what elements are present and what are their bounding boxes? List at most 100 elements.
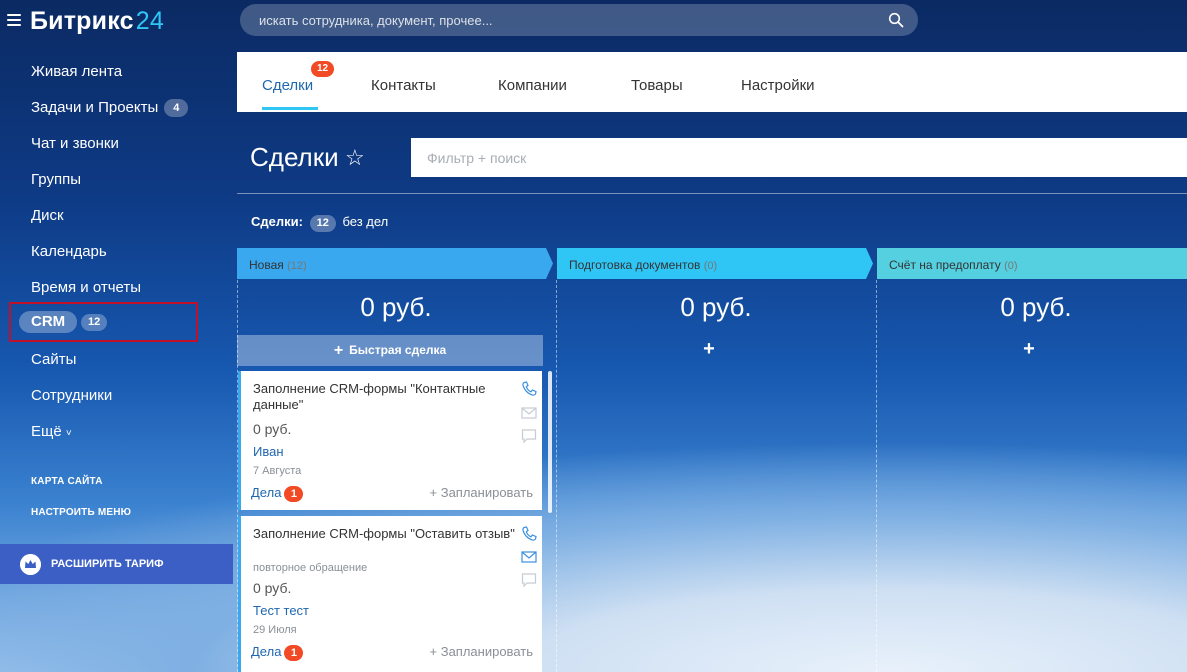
quick-deal-button[interactable]: + Быстрая сделка — [237, 335, 543, 366]
sidebar-item-employees[interactable]: Сотрудники — [31, 385, 112, 407]
column-name: Счёт на предоплату — [889, 258, 1001, 272]
phone-icon[interactable] — [521, 526, 537, 542]
column-header-prepayment[interactable]: Счёт на предоплату (0) — [877, 248, 1187, 279]
sidebar-item-label: Ещё — [31, 423, 62, 440]
activities-count-badge: 1 — [284, 486, 304, 502]
scrollbar[interactable] — [548, 371, 552, 513]
sidebar-item-tasks[interactable]: Задачи и Проекты 4 — [31, 97, 189, 119]
deal-subtitle: повторное обращение — [253, 562, 368, 574]
search-input[interactable]: искать сотрудника, документ, прочее... — [240, 4, 918, 36]
sidebar-item-more[interactable]: Ещё ˅ — [31, 421, 72, 443]
column-sum-prepayment: 0 руб. — [1000, 292, 1072, 322]
deals-summary: Сделки: 12 без дел — [251, 214, 388, 232]
column-border — [876, 280, 877, 672]
sidebar-item-label: Сайты — [31, 351, 77, 368]
deal-date: 7 Августа — [253, 465, 302, 477]
sidebar-item-crm[interactable]: CRM — [19, 311, 78, 333]
sidebar-item-label: Чат и звонки — [31, 135, 119, 152]
configure-menu-link[interactable]: НАСТРОИТЬ МЕНЮ — [31, 507, 131, 518]
deal-contact-link[interactable]: Тест тест — [253, 603, 309, 618]
search-placeholder: искать сотрудника, документ, прочее... — [259, 13, 493, 28]
activities-label: Дела — [251, 644, 282, 659]
sidebar-item-disk[interactable]: Диск — [31, 205, 64, 227]
column-name: Новая — [249, 258, 284, 272]
deal-activities[interactable]: Дела 1 — [251, 644, 304, 661]
sidebar-item-calendar[interactable]: Календарь — [31, 241, 107, 263]
schedule-link[interactable]: + Запланировать — [430, 644, 533, 659]
activities-label: Дела — [251, 485, 282, 500]
sidebar-item-label: Календарь — [31, 243, 107, 260]
chat-icon[interactable] — [521, 572, 537, 588]
filter-search-input[interactable]: Фильтр + поиск — [411, 138, 1187, 177]
tab-contacts[interactable]: Контакты — [371, 77, 436, 94]
chat-icon[interactable] — [521, 428, 537, 444]
sidebar-item-groups[interactable]: Группы — [31, 169, 81, 191]
sidebar-item-live-feed[interactable]: Живая лента — [31, 61, 122, 83]
column-sum-documents: 0 руб. — [680, 292, 752, 322]
tasks-counter-badge: 4 — [164, 99, 189, 117]
phone-icon[interactable] — [521, 381, 537, 397]
column-title: Новая (12) — [249, 258, 307, 272]
sidebar-item-label: Группы — [31, 171, 81, 188]
sidebar-item-sites[interactable]: Сайты — [31, 349, 76, 371]
sidebar-item-label: Живая лента — [31, 63, 123, 80]
tab-deals[interactable]: Сделки — [262, 77, 313, 94]
plus-icon: + — [333, 342, 344, 359]
column-title: Счёт на предоплату (0) — [889, 258, 1018, 272]
add-deal-documents-button[interactable]: + — [559, 338, 859, 361]
search-icon[interactable] — [888, 12, 904, 28]
summary-text: без дел — [342, 214, 389, 229]
column-name: Подготовка документов — [569, 258, 701, 272]
email-icon[interactable] — [521, 549, 537, 565]
sidebar-item-time-reports[interactable]: Время и отчеты — [31, 277, 141, 299]
deal-price: 0 руб. — [253, 580, 292, 596]
active-tab-indicator — [262, 107, 318, 110]
deal-price: 0 руб. — [253, 421, 292, 437]
deal-title[interactable]: Заполнение CRM-формы "Контактные данные" — [253, 381, 515, 413]
column-title: Подготовка документов (0) — [569, 258, 717, 272]
column-header-new[interactable]: Новая (12) — [237, 248, 547, 279]
sidebar-item-label: Время и отчеты — [31, 279, 142, 296]
sidebar-item-chat[interactable]: Чат и звонки — [31, 133, 119, 155]
tab-settings[interactable]: Настройки — [741, 77, 815, 94]
deal-activities[interactable]: Дела 1 — [251, 485, 304, 502]
upgrade-plan-button[interactable]: РАСШИРИТЬ ТАРИФ — [0, 544, 233, 584]
column-count: (12) — [287, 260, 307, 272]
column-count: (0) — [703, 260, 718, 272]
sidebar: Живая лента Задачи и Проекты 4 Чат и звон… — [0, 44, 236, 672]
sidebar-item-label: Сотрудники — [31, 387, 113, 404]
deal-date: 29 Июля — [253, 624, 297, 636]
sitemap-link[interactable]: КАРТА САЙТА — [31, 476, 103, 487]
menu-icon[interactable] — [7, 14, 21, 26]
tab-companies[interactable]: Компании — [498, 77, 567, 94]
summary-count-badge[interactable]: 12 — [309, 215, 336, 232]
activities-count-badge: 1 — [284, 645, 304, 661]
logo[interactable]: Битрикс24 — [30, 7, 164, 36]
page-title: Сделки — [250, 142, 339, 172]
top-bar: Битрикс24 искать сотрудника, документ, п… — [0, 0, 1187, 44]
star-icon[interactable]: ☆ — [345, 145, 365, 171]
filter-placeholder: Фильтр + поиск — [427, 150, 527, 166]
column-sum-new: 0 руб. — [360, 292, 432, 322]
deal-contact-link[interactable]: Иван — [253, 444, 284, 459]
sidebar-item-label: Задачи и Проекты — [31, 99, 159, 116]
chevron-down-icon: ˅ — [65, 428, 72, 439]
sidebar-item-label: Диск — [31, 207, 64, 224]
column-header-documents[interactable]: Подготовка документов (0) — [557, 248, 867, 279]
column-count: (0) — [1004, 260, 1018, 272]
logo-number: 24 — [135, 7, 164, 35]
deals-counter-badge: 12 — [311, 61, 335, 77]
deal-card[interactable]: Заполнение CRM-формы "Оставить отзыв" по… — [238, 516, 542, 672]
tab-products[interactable]: Товары — [631, 77, 683, 94]
add-deal-prepayment-button[interactable]: + — [879, 338, 1179, 361]
logo-text: Битрикс — [30, 7, 134, 35]
quick-deal-label: Быстрая сделка — [349, 343, 447, 357]
crm-tabs: Сделки 12 Контакты Компании Товары Настр… — [237, 52, 1187, 112]
email-icon[interactable] — [521, 405, 537, 421]
schedule-link[interactable]: + Запланировать — [430, 485, 533, 500]
deal-card[interactable]: Заполнение CRM-формы "Контактные данные"… — [238, 371, 542, 510]
crm-counter-badge: 12 — [81, 314, 108, 331]
column-border — [556, 280, 557, 672]
divider — [237, 193, 1187, 194]
deal-title[interactable]: Заполнение CRM-формы "Оставить отзыв" — [253, 526, 515, 542]
